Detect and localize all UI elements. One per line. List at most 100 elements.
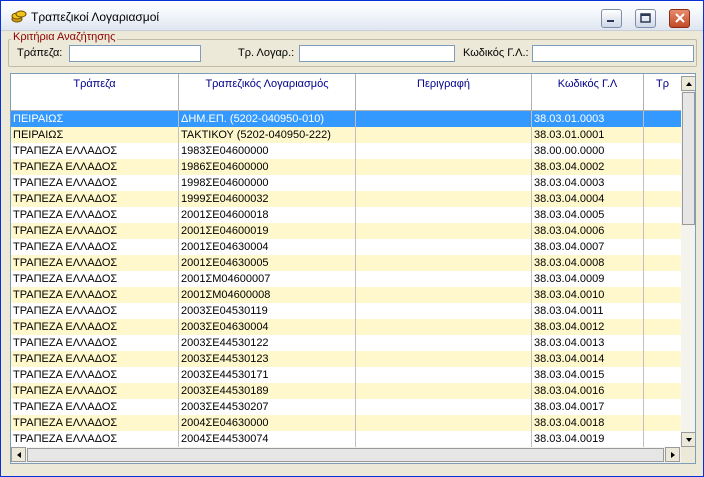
column-header-bank[interactable]: Τράπεζα	[11, 74, 179, 110]
cell-partial	[644, 175, 681, 191]
table-row[interactable]: ΤΡΑΠΕΖΑ ΕΛΛΑΔΟΣ 2001ΣΜ04600007 38.03.04.00…	[11, 271, 681, 287]
maximize-icon	[640, 13, 651, 23]
table-row[interactable]: ΠΕΙΡΑΙΩΣ ΔΗΜ.ΕΠ. (5202-040950-010) 38.03.0…	[11, 111, 681, 127]
cell-description	[356, 223, 532, 239]
cell-account: 2003ΣΕ04630004	[179, 319, 356, 335]
cell-bank: ΤΡΑΠΕΖΑ ΕΛΛΑΔΟΣ	[11, 383, 179, 399]
cell-partial	[644, 143, 681, 159]
table-row[interactable]: ΤΡΑΠΕΖΑ ΕΛΛΑΔΟΣ 2001ΣΜ04600008 38.03.04.00…	[11, 287, 681, 303]
cell-partial	[644, 383, 681, 399]
cell-description	[356, 271, 532, 287]
cell-description	[356, 239, 532, 255]
cell-partial	[644, 319, 681, 335]
bank-coins-icon	[11, 9, 27, 23]
table-row[interactable]: ΤΡΑΠΕΖΑ ΕΛΛΑΔΟΣ 2003ΣΕ44530207 38.03.04.00…	[11, 399, 681, 415]
horizontal-scrollbar[interactable]	[11, 447, 681, 463]
table-row[interactable]: ΤΡΑΠΕΖΑ ΕΛΛΑΔΟΣ 2001ΣΕ04630004 38.03.04.00…	[11, 239, 681, 255]
table-row[interactable]: ΤΡΑΠΕΖΑ ΕΛΛΑΔΟΣ 2003ΣΕ04530119 38.03.04.00…	[11, 303, 681, 319]
cell-bank: ΤΡΑΠΕΖΑ ΕΛΛΑΔΟΣ	[11, 415, 179, 431]
cell-bank: ΤΡΑΠΕΖΑ ΕΛΛΑΔΟΣ	[11, 239, 179, 255]
vertical-scroll-thumb[interactable]	[682, 92, 695, 225]
table-row[interactable]: ΤΡΑΠΕΖΑ ΕΛΛΑΔΟΣ 1998ΣΕ04600000 38.03.04.00…	[11, 175, 681, 191]
table-row[interactable]: ΤΡΑΠΕΖΑ ΕΛΛΑΔΟΣ 2001ΣΕ04630005 38.03.04.00…	[11, 255, 681, 271]
cell-description	[356, 383, 532, 399]
table-row[interactable]: ΤΡΑΠΕΖΑ ΕΛΛΑΔΟΣ 1999ΣΕ04600032 38.03.04.00…	[11, 191, 681, 207]
accounts-grid[interactable]: Τράπεζα Τραπεζικός Λογαριασμός Περιγραφή…	[10, 73, 696, 464]
gl-code-input[interactable]	[532, 45, 694, 62]
cell-account: 2004ΣΕ44530074	[179, 431, 356, 447]
cell-account: 2003ΣΕ44530122	[179, 335, 356, 351]
vertical-scrollbar[interactable]	[681, 76, 695, 447]
table-row[interactable]: ΤΡΑΠΕΖΑ ΕΛΛΑΔΟΣ 2003ΣΕ04630004 38.03.04.00…	[11, 319, 681, 335]
bank-input[interactable]	[69, 45, 201, 62]
cell-description	[356, 335, 532, 351]
cell-description	[356, 175, 532, 191]
account-label: Τρ. Λογαρ.:	[238, 47, 295, 59]
cell-description	[356, 207, 532, 223]
column-header-gl-code[interactable]: Κωδικός Γ.Λ	[532, 74, 644, 110]
cell-account: 1998ΣΕ04600000	[179, 175, 356, 191]
cell-gl-code: 38.03.04.0010	[532, 287, 644, 303]
cell-partial	[644, 223, 681, 239]
cell-account: 2003ΣΕ44530189	[179, 383, 356, 399]
cell-partial	[644, 303, 681, 319]
gl-code-label: Κωδικός Γ.Λ.:	[463, 47, 529, 59]
cell-account: 2001ΣΕ04600019	[179, 223, 356, 239]
table-row[interactable]: ΤΡΑΠΕΖΑ ΕΛΛΑΔΟΣ 2001ΣΕ04600018 38.03.04.00…	[11, 207, 681, 223]
cell-bank: ΠΕΙΡΑΙΩΣ	[11, 111, 179, 127]
cell-bank: ΠΕΙΡΑΙΩΣ	[11, 127, 179, 143]
column-header-partial[interactable]: Τρ	[644, 74, 681, 110]
cell-partial	[644, 207, 681, 223]
cell-description	[356, 255, 532, 271]
cell-gl-code: 38.03.04.0005	[532, 207, 644, 223]
scroll-right-button[interactable]	[665, 447, 680, 462]
scroll-down-button[interactable]	[681, 432, 695, 447]
cell-bank: ΤΡΑΠΕΖΑ ΕΛΛΑΔΟΣ	[11, 175, 179, 191]
table-row[interactable]: ΠΕΙΡΑΙΩΣ ΤΑΚΤΙΚΟΥ (5202-040950-222) 38.03.…	[11, 127, 681, 143]
cell-partial	[644, 255, 681, 271]
minimize-button[interactable]	[601, 9, 622, 28]
cell-description	[356, 367, 532, 383]
scroll-left-button[interactable]	[11, 447, 26, 462]
table-row[interactable]: ΤΡΑΠΕΖΑ ΕΛΛΑΔΟΣ 2003ΣΕ44530171 38.03.04.00…	[11, 367, 681, 383]
table-row[interactable]: ΤΡΑΠΕΖΑ ΕΛΛΑΔΟΣ 2003ΣΕ44530122 38.03.04.00…	[11, 335, 681, 351]
maximize-button[interactable]	[635, 9, 656, 28]
cell-bank: ΤΡΑΠΕΖΑ ΕΛΛΑΔΟΣ	[11, 271, 179, 287]
cell-account: ΔΗΜ.ΕΠ. (5202-040950-010)	[179, 111, 356, 127]
table-row[interactable]: ΤΡΑΠΕΖΑ ΕΛΛΑΔΟΣ 2003ΣΕ44530189 38.03.04.00…	[11, 383, 681, 399]
column-header-account[interactable]: Τραπεζικός Λογαριασμός	[179, 74, 356, 110]
arrow-up-icon	[686, 82, 692, 86]
column-header-description[interactable]: Περιγραφή	[356, 74, 532, 110]
cell-gl-code: 38.03.01.0001	[532, 127, 644, 143]
table-row[interactable]: ΤΡΑΠΕΖΑ ΕΛΛΑΔΟΣ 2003ΣΕ44530123 38.03.04.00…	[11, 351, 681, 367]
cell-description	[356, 399, 532, 415]
cell-bank: ΤΡΑΠΕΖΑ ΕΛΛΑΔΟΣ	[11, 159, 179, 175]
title-bar[interactable]: Τραπεζικοί Λογαριασμοί	[1, 1, 703, 31]
scrollbar-corner	[681, 447, 695, 463]
table-row[interactable]: ΤΡΑΠΕΖΑ ΕΛΛΑΔΟΣ 2001ΣΕ04600019 38.03.04.00…	[11, 223, 681, 239]
cell-description	[356, 127, 532, 143]
account-input[interactable]	[299, 45, 455, 62]
table-row[interactable]: ΤΡΑΠΕΖΑ ΕΛΛΑΔΟΣ 2004ΣΕ04630000 38.03.04.00…	[11, 415, 681, 431]
cell-gl-code: 38.03.04.0007	[532, 239, 644, 255]
arrow-left-icon	[17, 452, 21, 458]
table-row[interactable]: ΤΡΑΠΕΖΑ ΕΛΛΑΔΟΣ 1983ΣΕ04600000 38.00.00.00…	[11, 143, 681, 159]
cell-account: 2001ΣΕ04630004	[179, 239, 356, 255]
table-row[interactable]: ΤΡΑΠΕΖΑ ΕΛΛΑΔΟΣ 2004ΣΕ44530074 38.03.04.00…	[11, 431, 681, 447]
cell-bank: ΤΡΑΠΕΖΑ ΕΛΛΑΔΟΣ	[11, 287, 179, 303]
cell-partial	[644, 127, 681, 143]
table-row[interactable]: ΤΡΑΠΕΖΑ ΕΛΛΑΔΟΣ 1986ΣΕ04600000 38.03.04.00…	[11, 159, 681, 175]
cell-bank: ΤΡΑΠΕΖΑ ΕΛΛΑΔΟΣ	[11, 207, 179, 223]
cell-partial	[644, 239, 681, 255]
cell-bank: ΤΡΑΠΕΖΑ ΕΛΛΑΔΟΣ	[11, 223, 179, 239]
cell-bank: ΤΡΑΠΕΖΑ ΕΛΛΑΔΟΣ	[11, 431, 179, 447]
close-button[interactable]	[669, 9, 690, 28]
cell-description	[356, 351, 532, 367]
cell-account: 2003ΣΕ04530119	[179, 303, 356, 319]
scroll-up-button[interactable]	[681, 76, 695, 91]
cell-bank: ΤΡΑΠΕΖΑ ΕΛΛΑΔΟΣ	[11, 335, 179, 351]
cell-account: 1986ΣΕ04600000	[179, 159, 356, 175]
horizontal-scroll-thumb[interactable]	[27, 448, 664, 462]
cell-gl-code: 38.00.00.0000	[532, 143, 644, 159]
cell-partial	[644, 159, 681, 175]
